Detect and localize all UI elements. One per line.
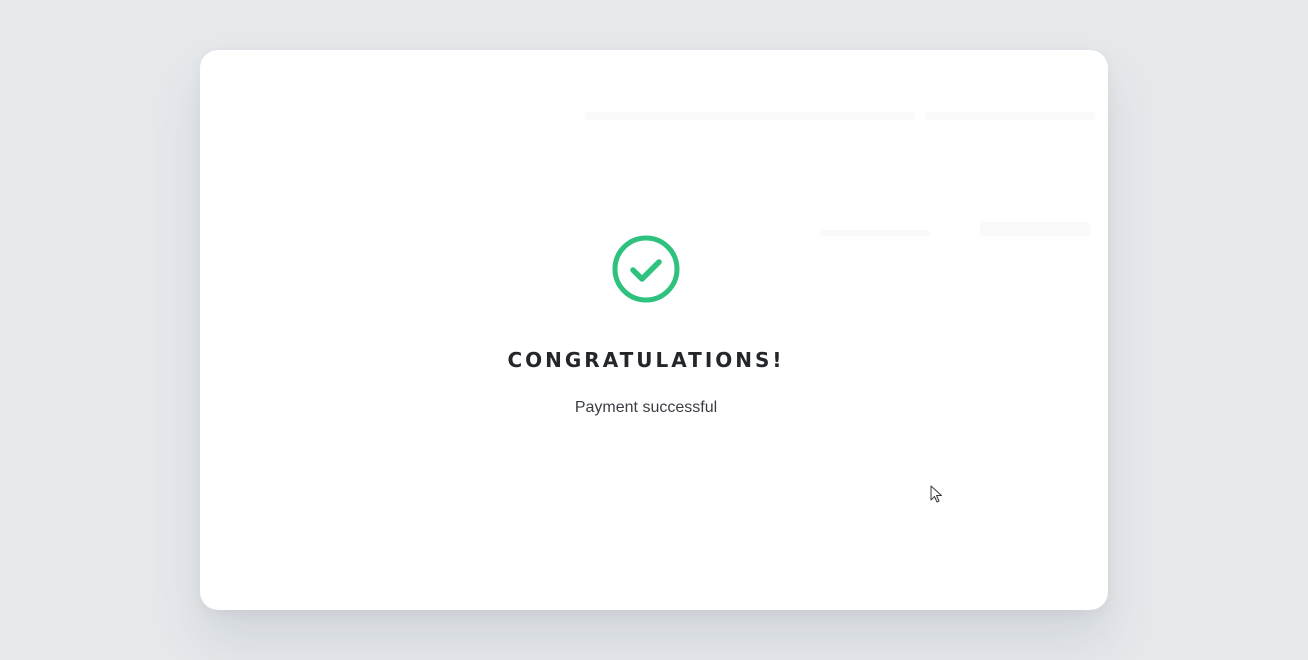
check-circle-icon (612, 235, 680, 303)
background-ghost (925, 112, 1095, 120)
background-ghost (980, 222, 1090, 236)
background-ghost (585, 112, 915, 120)
mouse-cursor-icon (930, 485, 942, 503)
page-background: CONGRATULATIONS! Payment successful (0, 0, 1308, 660)
background-ghost (820, 230, 930, 236)
success-title: CONGRATULATIONS! (507, 348, 785, 372)
success-message: Payment successful (574, 399, 718, 416)
payment-success-modal: CONGRATULATIONS! Payment successful (200, 50, 1108, 610)
